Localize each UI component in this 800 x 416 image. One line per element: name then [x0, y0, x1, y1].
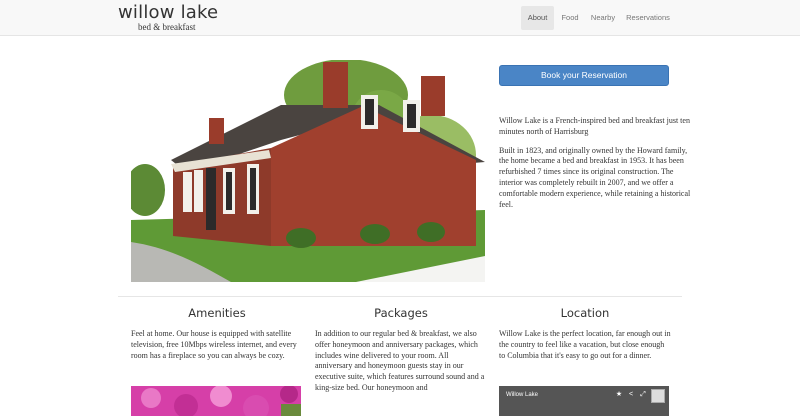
intro-text: Willow Lake is a French-inspired bed and…	[499, 116, 691, 218]
brand-subtitle: bed & breakfast	[138, 22, 196, 32]
section-divider	[118, 296, 682, 297]
brand-logo[interactable]: willow lake bed & breakfast	[118, 3, 218, 33]
nav-item-nearby[interactable]: Nearby	[586, 6, 620, 30]
navbar: willow lake bed & breakfast About Food N…	[0, 0, 800, 36]
nav-item-reservations[interactable]: Reservations	[622, 6, 674, 30]
flower-photo	[131, 386, 301, 416]
map-thumb-icon[interactable]	[651, 389, 665, 403]
packages-heading: Packages	[374, 306, 428, 320]
map-title: Willow Lake	[506, 392, 539, 398]
amenities-text: Feel at home. Our house is equipped with…	[131, 329, 297, 360]
history-paragraph: Built in 1823, and originally owned by t…	[499, 145, 691, 209]
packages-text: In addition to our regular bed & breakfa…	[315, 329, 485, 392]
expand-icon[interactable]: ⤢	[639, 391, 647, 399]
brand-title: willow lake	[118, 2, 219, 23]
location-map[interactable]: Willow Lake ★ < ⤢	[499, 386, 669, 416]
amenities-section: Amenities Feel at home. Our house is equ…	[131, 305, 303, 361]
location-section: Location Willow Lake is the perfect loca…	[499, 305, 671, 361]
packages-section: Packages In addition to our regular bed …	[315, 305, 487, 394]
intro-paragraph: Willow Lake is a French-inspired bed and…	[499, 116, 690, 136]
nav-item-about[interactable]: About	[521, 6, 554, 30]
amenities-heading: Amenities	[188, 306, 246, 320]
location-heading: Location	[560, 306, 610, 320]
house-photo	[131, 60, 485, 282]
share-icon[interactable]: <	[627, 391, 635, 399]
location-text: Willow Lake is the perfect location, far…	[499, 329, 671, 360]
nav-item-food[interactable]: Food	[556, 6, 584, 30]
star-icon[interactable]: ★	[615, 391, 623, 399]
book-reservation-button[interactable]: Book your Reservation	[499, 65, 669, 86]
